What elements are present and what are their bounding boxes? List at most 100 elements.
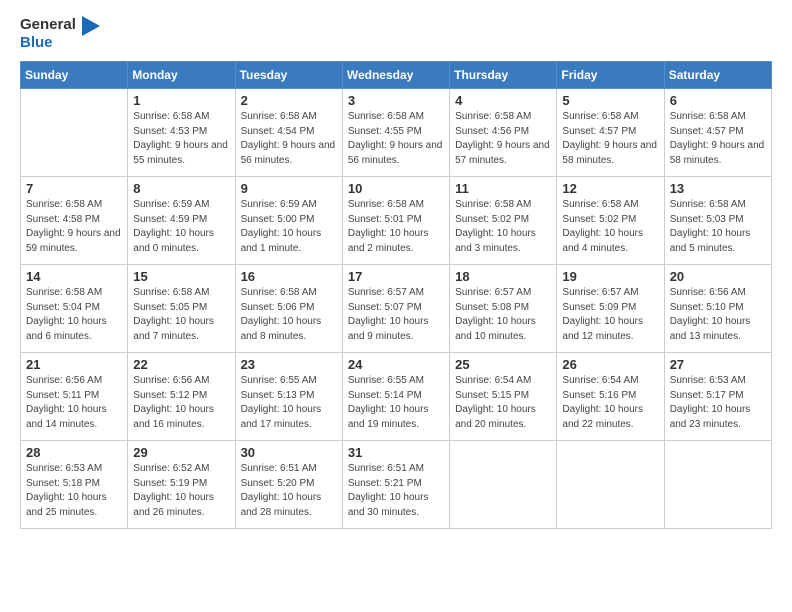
- day-info: Sunrise: 6:53 AMSunset: 5:18 PMDaylight:…: [26, 462, 122, 520]
- day-info: Sunrise: 6:58 AMSunset: 4:57 PMDaylight:…: [670, 110, 766, 168]
- calendar-cell: 7 Sunrise: 6:58 AMSunset: 4:58 PMDaylight…: [21, 177, 128, 265]
- calendar-cell: 17 Sunrise: 6:57 AMSunset: 5:07 PMDayligh…: [342, 265, 449, 353]
- day-info: Sunrise: 6:58 AMSunset: 4:58 PMDaylight:…: [26, 198, 122, 256]
- day-info: Sunrise: 6:56 AMSunset: 5:11 PMDaylight:…: [26, 374, 122, 432]
- day-info: Sunrise: 6:52 AMSunset: 5:19 PMDaylight:…: [133, 462, 229, 520]
- calendar-cell: 21 Sunrise: 6:56 AMSunset: 5:11 PMDayligh…: [21, 353, 128, 441]
- day-number: 13: [670, 181, 766, 196]
- day-info: Sunrise: 6:58 AMSunset: 5:02 PMDaylight:…: [562, 198, 658, 256]
- calendar-cell: 12 Sunrise: 6:58 AMSunset: 5:02 PMDayligh…: [557, 177, 664, 265]
- weekday-header-thursday: Thursday: [450, 62, 557, 89]
- calendar-cell: 2 Sunrise: 6:58 AMSunset: 4:54 PMDaylight…: [235, 89, 342, 177]
- day-info: Sunrise: 6:56 AMSunset: 5:12 PMDaylight:…: [133, 374, 229, 432]
- calendar-cell: 28 Sunrise: 6:53 AMSunset: 5:18 PMDayligh…: [21, 441, 128, 529]
- day-number: 24: [348, 357, 444, 372]
- calendar-cell: 4Sunrise: 6:58 AMSunset: 4:56 PMDaylight…: [450, 89, 557, 177]
- day-number: 29: [133, 445, 229, 460]
- logo: GeneralBlue: [20, 16, 100, 51]
- day-info: Sunrise: 6:58 AMSunset: 4:54 PMDaylight:…: [241, 110, 337, 168]
- calendar-cell: 16 Sunrise: 6:58 AMSunset: 5:06 PMDayligh…: [235, 265, 342, 353]
- day-number: 31: [348, 445, 444, 460]
- day-info: Sunrise: 6:58 AMSunset: 5:06 PMDaylight:…: [241, 286, 337, 344]
- day-number: 15: [133, 269, 229, 284]
- day-number: 14: [26, 269, 122, 284]
- day-info: Sunrise: 6:58 AMSunset: 5:03 PMDaylight:…: [670, 198, 766, 256]
- calendar-table: SundayMondayTuesdayWednesdayThursdayFrid…: [20, 61, 772, 529]
- day-info: Sunrise: 6:58 AMSunset: 5:01 PMDaylight:…: [348, 198, 444, 256]
- calendar-cell: [557, 441, 664, 529]
- calendar-cell: 10Sunrise: 6:58 AMSunset: 5:01 PMDayligh…: [342, 177, 449, 265]
- day-number: 26: [562, 357, 658, 372]
- day-number: 11: [455, 181, 551, 196]
- day-number: 2: [241, 93, 337, 108]
- calendar-cell: 22 Sunrise: 6:56 AMSunset: 5:12 PMDayligh…: [128, 353, 235, 441]
- day-number: 27: [670, 357, 766, 372]
- day-number: 8: [133, 181, 229, 196]
- day-number: 21: [26, 357, 122, 372]
- calendar-cell: 31 Sunrise: 6:51 AMSunset: 5:21 PMDayligh…: [342, 441, 449, 529]
- calendar-cell: 13 Sunrise: 6:58 AMSunset: 5:03 PMDayligh…: [664, 177, 771, 265]
- calendar-cell: [664, 441, 771, 529]
- calendar-cell: 27 Sunrise: 6:53 AMSunset: 5:17 PMDayligh…: [664, 353, 771, 441]
- day-info: Sunrise: 6:55 AMSunset: 5:13 PMDaylight:…: [241, 374, 337, 432]
- day-number: 16: [241, 269, 337, 284]
- day-info: Sunrise: 6:58 AMSunset: 5:04 PMDaylight:…: [26, 286, 122, 344]
- weekday-header-sunday: Sunday: [21, 62, 128, 89]
- day-number: 19: [562, 269, 658, 284]
- page-header: GeneralBlue: [20, 16, 772, 51]
- day-info: Sunrise: 6:58 AMSunset: 5:05 PMDaylight:…: [133, 286, 229, 344]
- day-number: 30: [241, 445, 337, 460]
- calendar-cell: 29 Sunrise: 6:52 AMSunset: 5:19 PMDayligh…: [128, 441, 235, 529]
- day-info: Sunrise: 6:58 AMSunset: 4:55 PMDaylight:…: [348, 110, 444, 168]
- day-info: Sunrise: 6:54 AMSunset: 5:15 PMDaylight:…: [455, 374, 551, 432]
- day-number: 3: [348, 93, 444, 108]
- logo-text: GeneralBlue: [20, 16, 76, 51]
- calendar-cell: [21, 89, 128, 177]
- day-number: 20: [670, 269, 766, 284]
- calendar-week-row: 7 Sunrise: 6:58 AMSunset: 4:58 PMDaylight…: [21, 177, 772, 265]
- day-info: Sunrise: 6:56 AMSunset: 5:10 PMDaylight:…: [670, 286, 766, 344]
- calendar-cell: 11 Sunrise: 6:58 AMSunset: 5:02 PMDayligh…: [450, 177, 557, 265]
- calendar-cell: 19 Sunrise: 6:57 AMSunset: 5:09 PMDayligh…: [557, 265, 664, 353]
- calendar-cell: 23 Sunrise: 6:55 AMSunset: 5:13 PMDayligh…: [235, 353, 342, 441]
- day-number: 28: [26, 445, 122, 460]
- day-number: 4: [455, 93, 551, 108]
- calendar-cell: 6 Sunrise: 6:58 AMSunset: 4:57 PMDaylight…: [664, 89, 771, 177]
- weekday-header-monday: Monday: [128, 62, 235, 89]
- day-info: Sunrise: 6:58 AMSunset: 4:57 PMDaylight:…: [562, 110, 658, 168]
- day-number: 6: [670, 93, 766, 108]
- day-info: Sunrise: 6:57 AMSunset: 5:09 PMDaylight:…: [562, 286, 658, 344]
- day-number: 18: [455, 269, 551, 284]
- day-info: Sunrise: 6:59 AMSunset: 5:00 PMDaylight:…: [241, 198, 337, 256]
- calendar-week-row: 28 Sunrise: 6:53 AMSunset: 5:18 PMDayligh…: [21, 441, 772, 529]
- calendar-cell: 24 Sunrise: 6:55 AMSunset: 5:14 PMDayligh…: [342, 353, 449, 441]
- calendar-week-row: 14 Sunrise: 6:58 AMSunset: 5:04 PMDayligh…: [21, 265, 772, 353]
- calendar-cell: 3 Sunrise: 6:58 AMSunset: 4:55 PMDaylight…: [342, 89, 449, 177]
- day-number: 12: [562, 181, 658, 196]
- day-info: Sunrise: 6:51 AMSunset: 5:21 PMDaylight:…: [348, 462, 444, 520]
- day-info: Sunrise: 6:57 AMSunset: 5:08 PMDaylight:…: [455, 286, 551, 344]
- weekday-header-saturday: Saturday: [664, 62, 771, 89]
- day-number: 17: [348, 269, 444, 284]
- calendar-cell: 26Sunrise: 6:54 AMSunset: 5:16 PMDayligh…: [557, 353, 664, 441]
- day-number: 5: [562, 93, 658, 108]
- day-info: Sunrise: 6:53 AMSunset: 5:17 PMDaylight:…: [670, 374, 766, 432]
- day-info: Sunrise: 6:55 AMSunset: 5:14 PMDaylight:…: [348, 374, 444, 432]
- day-number: 1: [133, 93, 229, 108]
- day-info: Sunrise: 6:58 AMSunset: 5:02 PMDaylight:…: [455, 198, 551, 256]
- day-info: Sunrise: 6:57 AMSunset: 5:07 PMDaylight:…: [348, 286, 444, 344]
- calendar-cell: 9Sunrise: 6:59 AMSunset: 5:00 PMDaylight…: [235, 177, 342, 265]
- calendar-cell: 25Sunrise: 6:54 AMSunset: 5:15 PMDayligh…: [450, 353, 557, 441]
- calendar-cell: 14 Sunrise: 6:58 AMSunset: 5:04 PMDayligh…: [21, 265, 128, 353]
- calendar-cell: 30 Sunrise: 6:51 AMSunset: 5:20 PMDayligh…: [235, 441, 342, 529]
- day-info: Sunrise: 6:58 AMSunset: 4:53 PMDaylight:…: [133, 110, 229, 168]
- day-info: Sunrise: 6:51 AMSunset: 5:20 PMDaylight:…: [241, 462, 337, 520]
- weekday-header-wednesday: Wednesday: [342, 62, 449, 89]
- calendar-week-row: 21 Sunrise: 6:56 AMSunset: 5:11 PMDayligh…: [21, 353, 772, 441]
- calendar-cell: 15 Sunrise: 6:58 AMSunset: 5:05 PMDayligh…: [128, 265, 235, 353]
- day-number: 23: [241, 357, 337, 372]
- weekday-header-row: SundayMondayTuesdayWednesdayThursdayFrid…: [21, 62, 772, 89]
- day-number: 7: [26, 181, 122, 196]
- calendar-cell: [450, 441, 557, 529]
- day-number: 22: [133, 357, 229, 372]
